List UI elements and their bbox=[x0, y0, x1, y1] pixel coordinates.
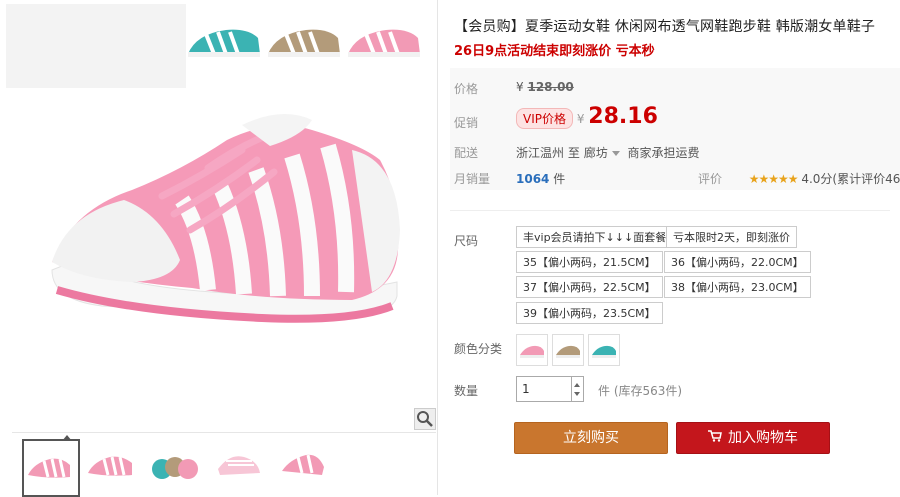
vip-price-tag: VIP价格 bbox=[516, 108, 573, 129]
thumbnail-strip bbox=[12, 432, 436, 497]
add-to-cart-label: 加入购物车 bbox=[728, 430, 798, 446]
promo-price-value: 28.16 bbox=[588, 104, 658, 129]
selected-indicator bbox=[62, 435, 72, 441]
increment-arrow-icon[interactable] bbox=[574, 383, 580, 387]
size-option-39[interactable]: 39【偏小两码，23.5CM】 bbox=[516, 302, 663, 324]
thumbnail-4[interactable] bbox=[212, 439, 266, 493]
quantity-stepper[interactable] bbox=[572, 376, 584, 402]
size-option-0[interactable]: 丰vip会员请拍下↓↓↓面套餐 bbox=[516, 226, 674, 248]
thumbnail-3[interactable] bbox=[148, 439, 202, 493]
quantity-input[interactable]: 1 bbox=[516, 376, 572, 402]
shipping-from: 浙江温州 bbox=[516, 146, 565, 160]
destination-select[interactable]: 廊坊 bbox=[584, 146, 624, 160]
color-preview-shoes bbox=[186, 20, 426, 64]
price-label: 价格 bbox=[454, 82, 479, 96]
destination-value: 廊坊 bbox=[583, 146, 608, 160]
color-swatch-teal[interactable] bbox=[588, 334, 620, 366]
rating-text: 4.0分(累计评价460) bbox=[801, 172, 900, 186]
stock-info: 件 (库存563件) bbox=[598, 382, 682, 399]
chevron-down-icon bbox=[611, 151, 620, 156]
promotion-label: 促销 bbox=[454, 116, 479, 130]
shipping-fee: 商家承担运费 bbox=[627, 146, 700, 160]
original-price-value: 128.00 bbox=[527, 80, 574, 94]
size-option-1[interactable]: 亏本限时2天，即刻涨价 bbox=[666, 226, 797, 248]
stock-count: (库存563件) bbox=[613, 384, 683, 398]
quantity-unit: 件 bbox=[598, 384, 611, 398]
size-option-38[interactable]: 38【偏小两码，23.0CM】 bbox=[664, 276, 811, 298]
size-option-35[interactable]: 35【偏小两码，21.5CM】 bbox=[516, 251, 663, 273]
color-swatch-khaki[interactable] bbox=[552, 334, 584, 366]
quantity-label: 数量 bbox=[454, 384, 479, 398]
monthly-sales: 1064 件 bbox=[516, 170, 565, 187]
magnifier-icon bbox=[417, 411, 433, 427]
sales-count: 1064 bbox=[516, 172, 550, 186]
color-label: 颜色分类 bbox=[454, 342, 503, 356]
cart-icon bbox=[708, 423, 722, 453]
section-divider bbox=[450, 210, 890, 211]
star-rating-icon: ★★★★★ bbox=[748, 172, 799, 186]
shipping-label: 配送 bbox=[454, 146, 479, 160]
thumbnail-2[interactable] bbox=[84, 439, 138, 493]
zoom-button[interactable] bbox=[414, 408, 436, 430]
shipping-info: 浙江温州 至 廊坊 商家承担运费 bbox=[516, 144, 700, 161]
teal-shoe-preview bbox=[188, 29, 260, 57]
thumbnail-1[interactable] bbox=[22, 435, 80, 497]
thumbnail-5[interactable] bbox=[276, 439, 330, 493]
product-info-panel: 【会员购】夏季运动女鞋 休闲网布透气网鞋跑步鞋 韩版潮女单鞋子 26日9点活动结… bbox=[438, 0, 900, 495]
sales-unit: 件 bbox=[553, 172, 566, 186]
rating-label: 评价 bbox=[698, 172, 723, 186]
buy-now-button[interactable]: 立刻购买 bbox=[514, 422, 668, 454]
monthly-sales-label: 月销量 bbox=[454, 172, 491, 186]
pink-shoe-preview bbox=[348, 29, 420, 57]
decrement-arrow-icon[interactable] bbox=[574, 392, 580, 396]
product-gallery bbox=[0, 0, 438, 497]
shipping-to-word: 至 bbox=[567, 146, 580, 160]
top-banner-strip bbox=[6, 4, 186, 88]
size-option-36[interactable]: 36【偏小两码，22.0CM】 bbox=[664, 251, 811, 273]
promotion-price: VIP价格 ¥ 28.16 bbox=[516, 104, 658, 129]
promo-currency: ¥ bbox=[576, 112, 585, 126]
rating-block[interactable]: 评价 ★★★★★ 4.0分(累计评价460) bbox=[698, 170, 900, 187]
color-swatch-pink[interactable] bbox=[516, 334, 548, 366]
khaki-shoe-preview bbox=[268, 29, 340, 57]
currency-symbol: ¥ bbox=[516, 80, 524, 94]
promo-text: 26日9点活动结束即刻涨价 亏本秒 bbox=[454, 44, 655, 59]
product-title: 【会员购】夏季运动女鞋 休闲网布透气网鞋跑步鞋 韩版潮女单鞋子 bbox=[454, 19, 876, 35]
size-label: 尺码 bbox=[454, 234, 479, 248]
original-price: ¥ 128.00 bbox=[516, 80, 574, 94]
size-option-37[interactable]: 37【偏小两码，22.5CM】 bbox=[516, 276, 663, 298]
add-to-cart-button[interactable]: 加入购物车 bbox=[676, 422, 830, 454]
